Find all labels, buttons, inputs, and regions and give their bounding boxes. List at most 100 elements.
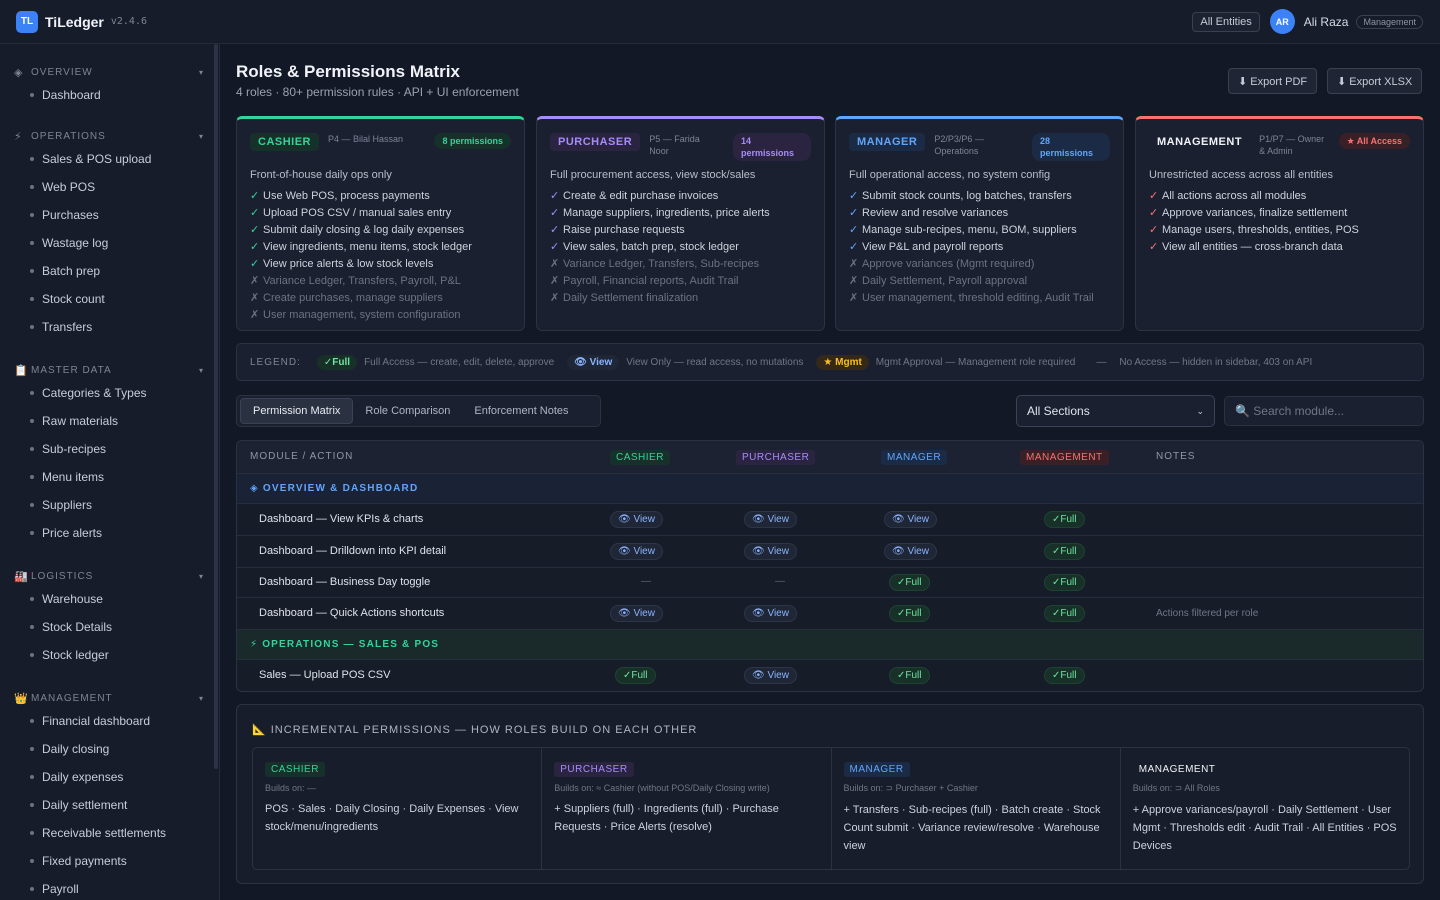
sidebar-item-daily-expenses[interactable]: Daily expenses [30, 770, 123, 784]
sidebar-item-label: Fixed payments [42, 854, 127, 868]
section-filter-select[interactable]: All Sections ⌄ [1016, 395, 1215, 427]
sidebar-item-financial-dashboard[interactable]: Financial dashboard [30, 714, 150, 728]
table-row[interactable]: Dashboard — View KPIs & charts 👁 View 👁 Vi… [237, 504, 1423, 536]
tab-role-comparison[interactable]: Role Comparison [353, 399, 462, 423]
sidebar-item-batch-prep[interactable]: Batch prep [30, 264, 100, 278]
bullet-icon [30, 747, 34, 751]
permission-cell-full: ✓Full [615, 667, 656, 684]
denied-permission: ✗ Daily Settlement, Payroll approval [849, 273, 1110, 290]
denied-permission: ✗ Variance Ledger, Transfers, Sub-recipes [550, 256, 811, 273]
avatar[interactable]: AR [1269, 9, 1295, 34]
builds-on-text: Builds on: ⊃ All Roles [1132, 783, 1220, 793]
sidebar-item-fixed-payments[interactable]: Fixed payments [30, 854, 127, 868]
page-subtitle: 4 roles · 80+ permission rules · API + U… [236, 85, 519, 99]
chevron-down-icon[interactable]: ▾ [199, 366, 204, 375]
permission-text: Variance Ledger, Transfers, Sub-recipes [563, 258, 760, 270]
table-row[interactable]: Dashboard — Business Day toggle — — ✓Full ✓F… [237, 568, 1423, 598]
sidebar-scrollbar[interactable] [214, 44, 218, 769]
sidebar-item-daily-settlement[interactable]: Daily settlement [30, 798, 127, 812]
role-card-header: CASHIER P4 — Bilal Hassan 8 permissions [250, 133, 511, 163]
sidebar-item-label: Raw materials [42, 414, 119, 428]
check-icon: ✓ [849, 207, 859, 219]
cross-icon: ✗ [849, 292, 859, 304]
sidebar-section-overview[interactable]: ◈ OVERVIEW ▾ [14, 66, 204, 79]
table-row[interactable]: Dashboard — Drilldown into KPI detail 👁 V… [237, 536, 1423, 568]
chevron-down-icon[interactable]: ▾ [199, 132, 204, 141]
denied-permission: ✗ Variance Ledger, Transfers, Payroll, P&… [250, 273, 511, 290]
sidebar-item-stock-ledger[interactable]: Stock ledger [30, 648, 109, 662]
permission-text: Review and resolve variances [862, 207, 1009, 219]
sidebar-section-title: MASTER DATA [31, 365, 112, 376]
sidebar-item-stock-details[interactable]: Stock Details [30, 620, 112, 634]
denied-permission: ✗ Daily Settlement finalization [550, 290, 811, 307]
sidebar-item-categories-types[interactable]: Categories & Types [30, 386, 147, 400]
sidebar-section-operations[interactable]: ⚡ OPERATIONS ▾ [14, 130, 204, 143]
search-input[interactable]: 🔍 Search module... [1224, 396, 1424, 426]
incremental-grid: CASHIER Builds on: — POS · Sales · Daily C… [252, 747, 1410, 870]
matrix-group-row[interactable]: ◈ OVERVIEW & DASHBOARD [237, 474, 1423, 504]
module-action-label: Dashboard — Quick Actions shortcuts [259, 607, 445, 619]
permission-text: Upload POS CSV / manual sales entry [263, 207, 452, 219]
role-permission-list: ✓ Submit stock counts, log batches, trans… [849, 188, 1110, 307]
factory-icon: 🏭 [14, 571, 29, 583]
sidebar-item-price-alerts[interactable]: Price alerts [30, 526, 102, 540]
permission-text: Approve variances, finalize settlement [1162, 207, 1348, 219]
sidebar-item-purchases[interactable]: Purchases [30, 208, 99, 222]
sidebar-item-warehouse[interactable]: Warehouse [30, 592, 103, 606]
sidebar-item-dashboard[interactable]: Dashboard [30, 88, 101, 102]
cross-icon: ✗ [849, 275, 859, 287]
sidebar-item-suppliers[interactable]: Suppliers [30, 498, 92, 512]
check-icon: ✓ [849, 224, 859, 236]
tab-permission-matrix[interactable]: Permission Matrix [240, 398, 354, 424]
permission-text: Use Web POS, process payments [263, 190, 430, 202]
allowed-permission: ✓ All actions across all modules [1149, 188, 1410, 205]
entity-selector-button[interactable]: All Entities [1192, 11, 1260, 32]
bullet-icon [30, 531, 34, 535]
legend-full-pill: ✓Full [316, 354, 358, 370]
table-row[interactable]: Dashboard — Quick Actions shortcuts 👁 Vie… [237, 598, 1423, 630]
app-logo[interactable]: TL [16, 10, 38, 33]
sidebar-item-receivable-settlements[interactable]: Receivable settlements [30, 826, 166, 840]
role-badge: MANAGEMENT [1157, 136, 1243, 148]
user-name[interactable]: Ali Raza [1304, 15, 1349, 29]
sidebar-item-payroll[interactable]: Payroll [30, 882, 79, 896]
builds-on-text: Builds on: ≈ Cashier (without POS/Daily … [554, 783, 770, 793]
sidebar-item-transfers[interactable]: Transfers [30, 320, 92, 334]
sidebar-section-management[interactable]: 👑 MANAGEMENT ▾ [14, 692, 204, 705]
chevron-down-icon[interactable]: ▾ [199, 68, 204, 77]
sidebar-item-menu-items[interactable]: Menu items [30, 470, 104, 484]
sidebar-item-wastage-log[interactable]: Wastage log [30, 236, 108, 250]
chevron-down-icon[interactable]: ▾ [199, 572, 204, 581]
sidebar-item-web-pos[interactable]: Web POS [30, 180, 95, 194]
sidebar-item-label: Stock ledger [42, 648, 109, 662]
permission-text: Daily Settlement finalization [563, 292, 699, 304]
sidebar-item-label: Transfers [42, 320, 93, 334]
chevron-down-icon[interactable]: ▾ [199, 694, 204, 703]
sidebar-item-daily-closing[interactable]: Daily closing [30, 742, 109, 756]
sidebar-item-stock-count[interactable]: Stock count [30, 292, 105, 306]
sidebar-section-title: MANAGEMENT [31, 693, 113, 704]
sidebar-item-label: Batch prep [42, 264, 101, 278]
bullet-icon [30, 297, 34, 301]
tab-enforcement-notes[interactable]: Enforcement Notes [462, 399, 580, 423]
sidebar-item-label: Stock count [42, 292, 105, 306]
permission-cell-full: ✓Full [889, 574, 930, 591]
cross-icon: ✗ [849, 258, 859, 270]
matrix-group-row[interactable]: ⚡ OPERATIONS — SALES & POS [237, 630, 1423, 660]
sidebar-section-title: OVERVIEW [31, 67, 93, 78]
table-row[interactable]: Sales — Upload POS CSV ✓Full 👁 View ✓Full ✓F… [237, 660, 1423, 691]
sidebar-item-sales-pos-upload[interactable]: Sales & POS upload [30, 152, 151, 166]
sidebar-section-logistics[interactable]: 🏭 LOGISTICS ▾ [14, 570, 204, 583]
app-name: TiLedger [45, 13, 104, 30]
export-xlsx-button[interactable]: ⬇ Export XLSX [1327, 68, 1423, 94]
role-description: Front-of-house daily ops only [250, 169, 392, 181]
top-right-controls: All Entities AR Ali Raza Management [1192, 9, 1423, 34]
user-role-badge: Management [1356, 14, 1423, 29]
sidebar-section-master-data[interactable]: 📋 MASTER DATA ▾ [14, 364, 204, 377]
sidebar-item-raw-materials[interactable]: Raw materials [30, 414, 118, 428]
permission-text: Manage users, thresholds, entities, POS [1162, 224, 1359, 236]
sidebar-item-sub-recipes[interactable]: Sub-recipes [30, 442, 106, 456]
module-action-label: Sales — Upload POS CSV [259, 669, 391, 681]
export-pdf-button[interactable]: ⬇ Export PDF [1228, 68, 1318, 94]
permission-text: View all entities — cross-branch data [1162, 241, 1343, 253]
